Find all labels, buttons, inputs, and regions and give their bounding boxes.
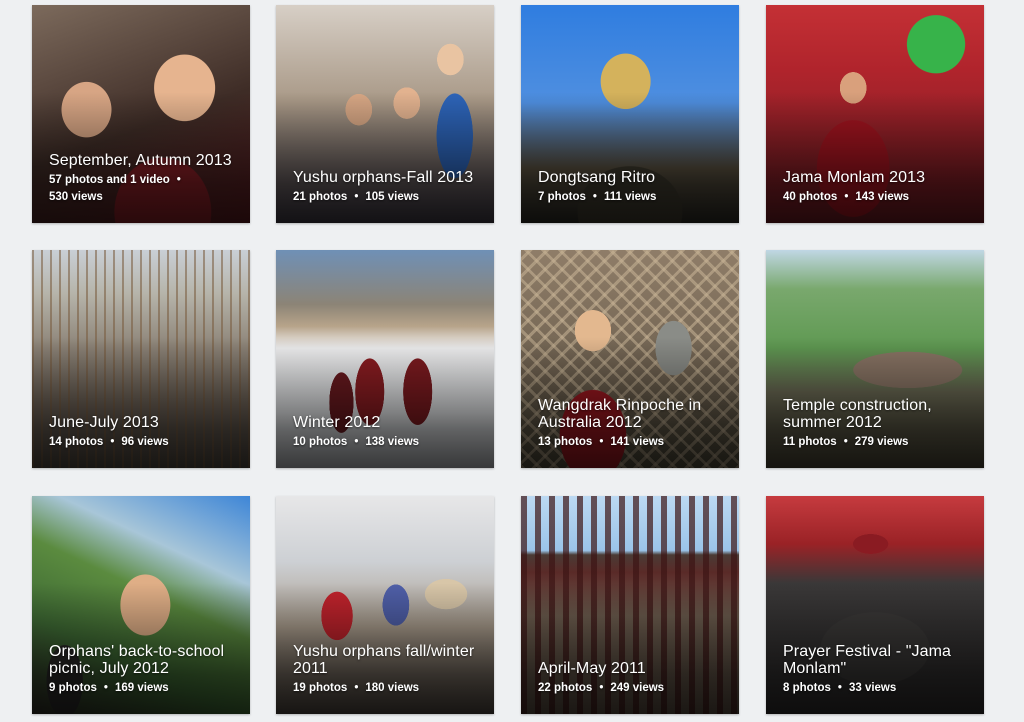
album-stats: 19 photos • 180 views — [293, 680, 484, 697]
album-caption: Orphans' back-to-school picnic, July 201… — [49, 643, 240, 697]
album-stats: 11 photos • 279 views — [783, 434, 974, 451]
view-count: 111 views — [603, 191, 657, 203]
album-grid: September, Autumn 2013 57 photos and 1 v… — [0, 0, 1024, 722]
album-card[interactable]: Yushu orphans-Fall 2013 21 photos • 105 vi… — [276, 5, 494, 223]
album-stats: 9 photos • 169 views — [49, 680, 240, 697]
album-caption: Prayer Festival - "Jama Monlam" 8 photos… — [783, 643, 974, 697]
album-stats: 21 photos • 105 views — [293, 189, 484, 206]
photo-count: 11 photos — [783, 436, 837, 448]
album-title[interactable]: Orphans' back-to-school picnic, July 201… — [49, 643, 240, 677]
album-title[interactable]: Yushu orphans-Fall 2013 — [293, 169, 484, 186]
album-title[interactable]: June-July 2013 — [49, 414, 240, 431]
album-card[interactable]: Temple construction, summer 2012 11 phot… — [766, 250, 984, 468]
photo-count: 10 photos — [293, 436, 348, 448]
album-stats: 10 photos • 138 views — [293, 434, 484, 451]
album-title[interactable]: Wangdrak Rinpoche in Australia 2012 — [538, 397, 729, 431]
album-title[interactable]: Winter 2012 — [293, 414, 484, 431]
album-caption: Jama Monlam 2013 40 photos • 143 views — [783, 169, 974, 206]
photo-count: 8 photos — [783, 682, 831, 694]
album-card[interactable]: Orphans' back-to-school picnic, July 201… — [32, 496, 250, 714]
album-title[interactable]: September, Autumn 2013 — [49, 152, 240, 169]
album-card[interactable]: April-May 2011 22 photos • 249 views — [521, 496, 739, 714]
album-card[interactable]: June-July 2013 14 photos • 96 views — [32, 250, 250, 468]
album-stats: 8 photos • 33 views — [783, 680, 974, 697]
photo-count: 13 photos — [538, 436, 593, 448]
album-caption: Yushu orphans fall/winter 2011 19 photos… — [293, 643, 484, 697]
album-stats: 40 photos • 143 views — [783, 189, 974, 206]
album-stats: 13 photos • 141 views — [538, 434, 729, 451]
separator-dot: • — [592, 191, 597, 203]
view-count: 279 views — [854, 436, 909, 448]
separator-dot: • — [354, 682, 359, 694]
photo-count: 21 photos — [293, 191, 348, 203]
view-count: 33 views — [848, 682, 897, 694]
view-count: 105 views — [365, 191, 420, 203]
photo-count: 19 photos — [293, 682, 348, 694]
view-count: 141 views — [610, 436, 665, 448]
view-count: 530 views — [49, 191, 103, 203]
view-count: 180 views — [365, 682, 420, 694]
album-caption: September, Autumn 2013 57 photos and 1 v… — [49, 152, 240, 206]
album-stats: 57 photos and 1 video • 530 views — [49, 172, 240, 206]
separator-dot: • — [176, 174, 181, 186]
album-stats: 7 photos • 111 views — [538, 189, 729, 206]
separator-dot: • — [843, 436, 848, 448]
view-count: 143 views — [855, 191, 910, 203]
photo-count: 40 photos — [783, 191, 838, 203]
album-title[interactable]: Temple construction, summer 2012 — [783, 397, 974, 431]
album-caption: Winter 2012 10 photos • 138 views — [293, 414, 484, 451]
view-count: 138 views — [365, 436, 420, 448]
separator-dot: • — [599, 436, 604, 448]
album-card[interactable]: Winter 2012 10 photos • 138 views — [276, 250, 494, 468]
album-caption: June-July 2013 14 photos • 96 views — [49, 414, 240, 451]
photo-count: 9 photos — [49, 682, 97, 694]
separator-dot: • — [354, 436, 359, 448]
album-card[interactable]: Dongtsang Ritro 7 photos • 111 views — [521, 5, 739, 223]
album-caption: April-May 2011 22 photos • 249 views — [538, 660, 729, 697]
album-title[interactable]: April-May 2011 — [538, 660, 729, 677]
separator-dot: • — [599, 682, 604, 694]
separator-dot: • — [354, 191, 359, 203]
view-count: 249 views — [610, 682, 665, 694]
album-card[interactable]: Prayer Festival - "Jama Monlam" 8 photos… — [766, 496, 984, 714]
album-card[interactable]: September, Autumn 2013 57 photos and 1 v… — [32, 5, 250, 223]
album-title[interactable]: Dongtsang Ritro — [538, 169, 729, 186]
album-caption: Dongtsang Ritro 7 photos • 111 views — [538, 169, 729, 206]
view-count: 169 views — [114, 682, 169, 694]
album-card[interactable]: Wangdrak Rinpoche in Australia 2012 13 p… — [521, 250, 739, 468]
album-caption: Yushu orphans-Fall 2013 21 photos • 105 vi… — [293, 169, 484, 206]
album-caption: Wangdrak Rinpoche in Australia 2012 13 p… — [538, 397, 729, 451]
photo-count: 22 photos — [538, 682, 593, 694]
album-card[interactable]: Jama Monlam 2013 40 photos • 143 views — [766, 5, 984, 223]
album-title[interactable]: Yushu orphans fall/winter 2011 — [293, 643, 484, 677]
album-title[interactable]: Prayer Festival - "Jama Monlam" — [783, 643, 974, 677]
separator-dot: • — [837, 682, 842, 694]
separator-dot: • — [110, 436, 115, 448]
album-stats: 22 photos • 249 views — [538, 680, 729, 697]
photo-count: 14 photos — [49, 436, 104, 448]
photo-count: 7 photos — [538, 191, 586, 203]
album-title[interactable]: Jama Monlam 2013 — [783, 169, 974, 186]
view-count: 96 views — [121, 436, 169, 448]
album-card[interactable]: Yushu orphans fall/winter 2011 19 photos… — [276, 496, 494, 714]
separator-dot: • — [844, 191, 849, 203]
album-stats: 14 photos • 96 views — [49, 434, 240, 451]
separator-dot: • — [103, 682, 108, 694]
album-caption: Temple construction, summer 2012 11 phot… — [783, 397, 974, 451]
photo-count: 57 photos and 1 video — [49, 174, 170, 186]
